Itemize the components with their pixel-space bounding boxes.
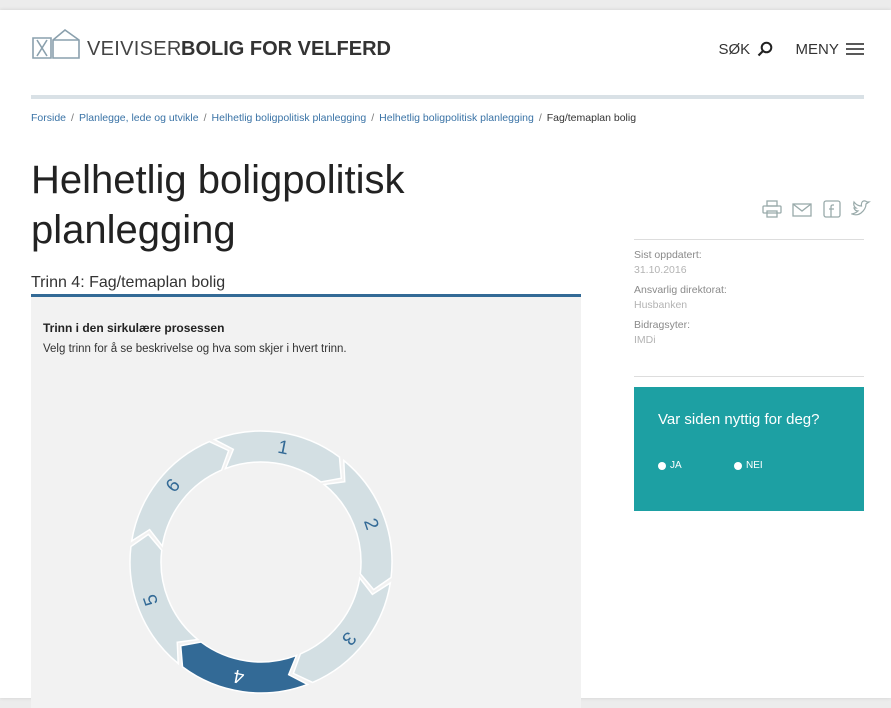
breadcrumb-link-home[interactable]: Forside [31, 112, 66, 124]
page-metadata: Sist oppdatert: 31.10.2016 Ansvarlig dir… [634, 248, 864, 353]
feedback-yes-radio[interactable]: JA [658, 460, 682, 471]
feedback-yes-label: JA [670, 460, 682, 471]
facebook-icon[interactable] [823, 200, 841, 223]
brand-name[interactable]: BOLIG FOR VELFERD [181, 38, 391, 61]
menu-label: MENY [795, 40, 839, 58]
breadcrumb-link-plan[interactable]: Planlegge, lede og utvikle [79, 112, 199, 124]
page-subtitle: Trinn 4: Fag/temaplan bolig [31, 274, 226, 291]
contributor-value: IMDi [634, 334, 656, 346]
page-title-line1: Helhetlig boligpolitisk [31, 158, 405, 202]
breadcrumb-separator: / [203, 112, 207, 124]
top-nav: SØK MENY [718, 40, 864, 58]
print-icon[interactable] [762, 200, 782, 223]
brand-prefix[interactable]: VEIVISER [87, 38, 182, 61]
feedback-no-radio[interactable]: NEI [734, 460, 763, 471]
search-icon [758, 41, 773, 57]
sidebar-divider [634, 376, 864, 377]
header-divider [31, 95, 864, 99]
process-heading: Trinn i den sirkulære prosessen [43, 321, 225, 335]
breadcrumb-separator: / [371, 112, 375, 124]
process-panel: Trinn i den sirkulære prosessen Velg tri… [31, 297, 581, 708]
page-title: Helhetlig boligpolitisk planlegging [31, 155, 551, 255]
process-ring: 123564 [129, 430, 393, 694]
radio-icon [734, 461, 742, 470]
contributor-label: Bidragsyter: [634, 319, 691, 331]
menu-button[interactable]: MENY [795, 40, 864, 58]
site-header: VEIVISER BOLIG FOR VELFERD SØK MENY [31, 28, 864, 76]
directorate-label: Ansvarlig direktorat: [634, 284, 727, 296]
feedback-no-label: NEI [746, 460, 763, 471]
directorate-value: Husbanken [634, 299, 688, 311]
twitter-icon[interactable] [850, 200, 872, 223]
breadcrumb-link-helhetlig[interactable]: Helhetlig boligpolitisk planlegging [212, 112, 367, 124]
breadcrumb-separator: / [538, 112, 542, 124]
page-title-line2: planlegging [31, 208, 236, 252]
page: VEIVISER BOLIG FOR VELFERD SØK MENY Fors… [0, 10, 891, 708]
sidebar-divider [634, 239, 864, 240]
search-label: SØK [718, 40, 751, 58]
radio-icon [658, 461, 666, 470]
updated-value: 31.10.2016 [634, 264, 687, 276]
hamburger-icon [846, 43, 864, 56]
feedback-question: Var siden nyttig for deg? [658, 411, 820, 428]
logo-icon[interactable] [31, 28, 83, 60]
feedback-box: Var siden nyttig for deg? JA NEI [634, 387, 864, 511]
mail-icon[interactable] [792, 202, 813, 223]
process-description: Velg trinn for å se beskrivelse og hva s… [43, 343, 347, 355]
breadcrumb-separator: / [71, 112, 74, 124]
search-button[interactable]: SØK [718, 40, 773, 58]
share-toolbar [756, 200, 872, 223]
updated-label: Sist oppdatert: [634, 249, 702, 261]
breadcrumb-link-helhetlig-2[interactable]: Helhetlig boligpolitisk planlegging [379, 112, 534, 124]
breadcrumb: Forside / Planlegge, lede og utvikle / Helhe… [31, 112, 636, 124]
breadcrumb-current: Fag/temaplan bolig [546, 112, 637, 124]
